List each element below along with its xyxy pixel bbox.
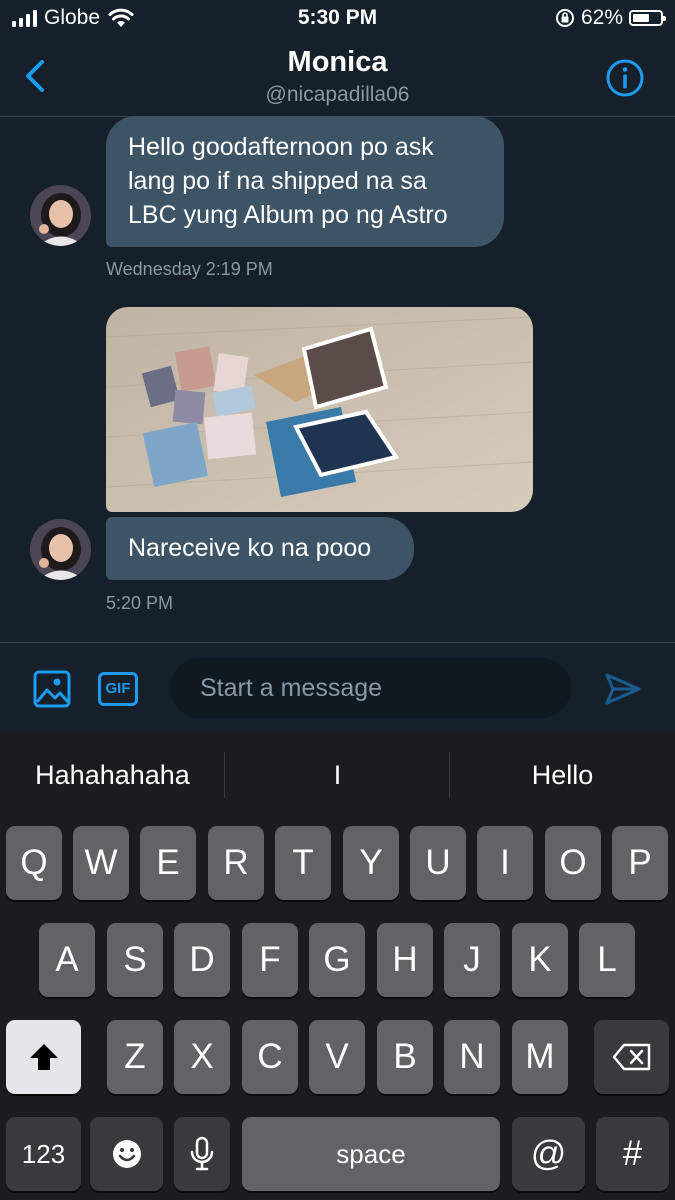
suggestion-item[interactable]: Hahahahaha (10, 760, 215, 796)
delete-key[interactable] (594, 1020, 669, 1094)
emoji-icon (112, 1140, 141, 1168)
key-z[interactable]: Z (107, 1020, 163, 1094)
message-bubble[interactable]: Nareceive ko na pooo (106, 517, 414, 580)
shift-icon (29, 1044, 58, 1070)
info-icon[interactable] (605, 58, 645, 98)
send-icon[interactable] (603, 669, 643, 709)
message-input[interactable] (170, 658, 571, 718)
dictation-key[interactable] (174, 1117, 230, 1191)
divider (224, 752, 225, 798)
status-left: Globe (12, 6, 134, 30)
microphone-icon (190, 1136, 214, 1171)
keyboard: Hahahahaha I Hello Q W E R T Y U I O P A… (0, 732, 675, 1200)
key-s[interactable]: S (107, 923, 163, 997)
key-f[interactable]: F (242, 923, 298, 997)
key-c[interactable]: C (242, 1020, 298, 1094)
key-t[interactable]: T (275, 826, 331, 900)
key-j[interactable]: J (444, 923, 500, 997)
battery-icon (629, 10, 666, 26)
shift-key[interactable] (6, 1020, 81, 1094)
suggestion-item[interactable]: Hello (460, 760, 665, 796)
emoji-key[interactable] (90, 1117, 163, 1191)
hash-key[interactable]: # (596, 1117, 669, 1191)
key-e[interactable]: E (140, 826, 196, 900)
space-key[interactable]: space (242, 1117, 500, 1191)
key-a[interactable]: A (39, 923, 95, 997)
conversation-header: Monica @nicapadilla06 (0, 38, 675, 117)
message-photo[interactable] (106, 307, 533, 512)
avatar[interactable] (30, 519, 91, 580)
key-l[interactable]: L (579, 923, 635, 997)
suggestion-bar: Hahahahaha I Hello (0, 732, 675, 822)
key-i[interactable]: I (477, 826, 533, 900)
message-timestamp: Wednesday 2:19 PM (106, 259, 273, 279)
contact-name: Monica (287, 46, 388, 78)
carrier-label: Globe (44, 6, 101, 29)
key-v[interactable]: V (309, 1020, 365, 1094)
divider (449, 752, 450, 798)
wifi-icon (108, 8, 134, 27)
key-r[interactable]: R (208, 826, 264, 900)
message-timestamp: 5:20 PM (106, 593, 174, 613)
at-key[interactable]: @ (512, 1117, 585, 1191)
gif-button[interactable]: GIF (98, 672, 138, 706)
rotation-lock-icon (555, 9, 574, 27)
image-icon[interactable] (33, 670, 71, 708)
key-n[interactable]: N (444, 1020, 500, 1094)
status-right: 62% (555, 6, 666, 30)
avatar[interactable] (30, 185, 91, 246)
key-o[interactable]: O (545, 826, 601, 900)
key-h[interactable]: H (377, 923, 433, 997)
key-p[interactable]: P (612, 826, 668, 900)
battery-percent: 62% (580, 6, 623, 29)
key-m[interactable]: M (512, 1020, 568, 1094)
battery-fill (633, 14, 649, 22)
compose-bar: GIF (0, 642, 675, 732)
suggestion-item[interactable]: I (235, 760, 440, 796)
key-b[interactable]: B (377, 1020, 433, 1094)
signal-icon (12, 9, 37, 27)
key-x[interactable]: X (174, 1020, 230, 1094)
message-bubble[interactable]: Hello goodafternoon po ask lang po if na… (106, 116, 504, 247)
key-y[interactable]: Y (343, 826, 399, 900)
key-g[interactable]: G (309, 923, 365, 997)
key-u[interactable]: U (410, 826, 466, 900)
status-bar: Globe 5:30 PM 62% (0, 0, 675, 38)
contact-handle: @nicapadilla06 (265, 83, 410, 106)
backspace-icon (612, 1043, 650, 1071)
key-d[interactable]: D (174, 923, 230, 997)
key-q[interactable]: Q (6, 826, 62, 900)
key-w[interactable]: W (73, 826, 129, 900)
numbers-key[interactable]: 123 (6, 1117, 81, 1191)
key-k[interactable]: K (512, 923, 568, 997)
